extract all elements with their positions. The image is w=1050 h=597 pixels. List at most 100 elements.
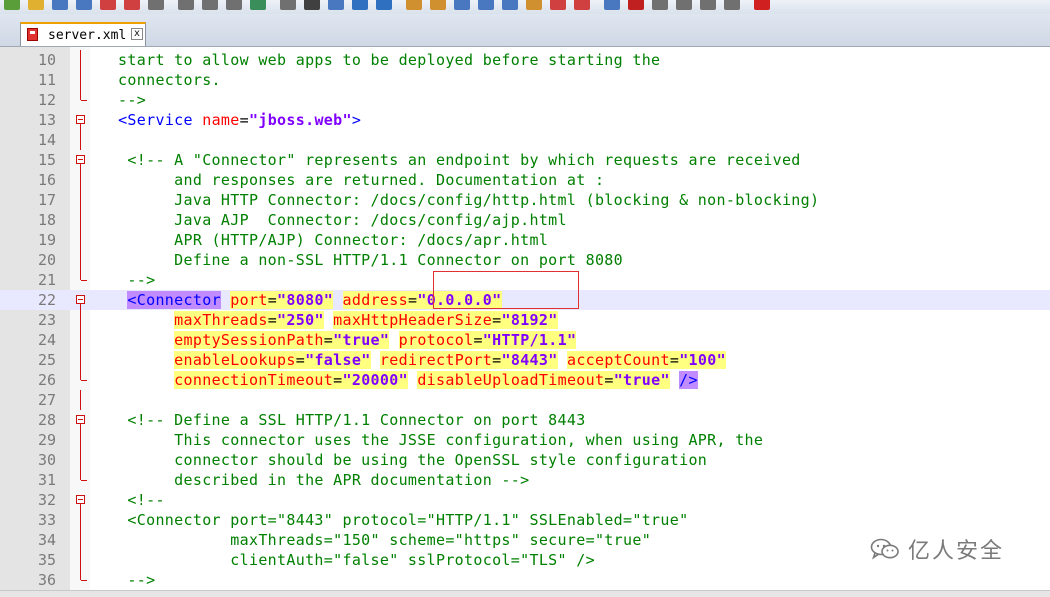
fold-collapse-icon[interactable]: [76, 415, 85, 424]
code-line[interactable]: 15 <!-- A "Connector" represents an endp…: [0, 150, 1050, 170]
fold-collapse-icon[interactable]: [76, 155, 85, 164]
toolbar-button-10[interactable]: [226, 0, 242, 10]
comment-text: -->: [90, 91, 147, 109]
code-text: Java HTTP Connector: /docs/config/http.h…: [90, 190, 819, 210]
equals-token: =: [407, 291, 418, 309]
tag-token: />: [679, 371, 698, 389]
toolbar-button-30[interactable]: [724, 0, 740, 10]
toolbar-button-29[interactable]: [700, 0, 716, 10]
comment-text: -->: [90, 271, 156, 289]
fold-collapse-icon[interactable]: [76, 495, 85, 504]
attribute-token: redirectPort: [379, 351, 493, 369]
comment-text: <Connector port="8443" protocol="HTTP/1.…: [90, 511, 689, 529]
code-line[interactable]: 31 described in the APR documentation --…: [0, 470, 1050, 490]
tab-server-xml[interactable]: server.xml x: [20, 22, 146, 46]
toolbar-button-25[interactable]: [604, 0, 620, 10]
toolbar-button-9[interactable]: [202, 0, 218, 10]
code-line[interactable]: 11 connectors.: [0, 70, 1050, 90]
fold-line: [80, 250, 81, 270]
fold-line: [80, 90, 87, 101]
toolbar-button-26[interactable]: [628, 0, 644, 10]
code-line[interactable]: 19 APR (HTTP/AJP) Connector: /docs/apr.h…: [0, 230, 1050, 250]
annotation-box: [433, 271, 579, 309]
toolbar-button-24[interactable]: [574, 0, 590, 10]
tab-bar: server.xml x: [0, 14, 1050, 47]
code-text: and responses are returned. Documentatio…: [90, 170, 604, 190]
toolbar-button-1[interactable]: [4, 0, 20, 10]
code-line[interactable]: 30 connector should be using the OpenSSL…: [0, 450, 1050, 470]
toolbar-button-14[interactable]: [328, 0, 344, 10]
code-line[interactable]: 26 connectionTimeout="20000" disableUplo…: [0, 370, 1050, 390]
code-text: enableLookups="false" redirectPort="8443…: [90, 350, 726, 370]
equals-token: =: [669, 351, 680, 369]
toolbar-button-11[interactable]: [250, 0, 266, 10]
line-number: 21: [37, 271, 56, 289]
fold-line: [80, 210, 81, 230]
code-line[interactable]: 13 <Service name="jboss.web">: [0, 110, 1050, 130]
code-text: maxThreads="250" maxHttpHeaderSize="8192…: [90, 310, 558, 330]
toolbar-button-12[interactable]: [280, 0, 296, 10]
toolbar-button-2[interactable]: [28, 0, 44, 10]
attribute-token: enableLookups: [174, 351, 296, 369]
toolbar-button-28[interactable]: [676, 0, 692, 10]
toolbar-button-13[interactable]: [304, 0, 320, 10]
comment-text: <!--: [90, 491, 165, 509]
code-text: clientAuth="false" sslProtocol="TLS" />: [90, 550, 595, 570]
code-line[interactable]: 24 emptySessionPath="true" protocol="HTT…: [0, 330, 1050, 350]
code-line[interactable]: 14: [0, 130, 1050, 150]
toolbar-button-7[interactable]: [148, 0, 164, 10]
toolbar-button-6[interactable]: [124, 0, 140, 10]
toolbar-button-19[interactable]: [454, 0, 470, 10]
tab-close-icon[interactable]: x: [131, 28, 143, 40]
code-line[interactable]: 18 Java AJP Connector: /docs/config/ajp.…: [0, 210, 1050, 230]
code-line[interactable]: 27: [0, 390, 1050, 410]
comment-text: This connector uses the JSSE configurati…: [90, 431, 764, 449]
toolbar-button-18[interactable]: [430, 0, 446, 10]
code-line[interactable]: 33 <Connector port="8443" protocol="HTTP…: [0, 510, 1050, 530]
fold-collapse-icon[interactable]: [76, 115, 85, 124]
code-text: Java AJP Connector: /docs/config/ajp.htm…: [90, 210, 567, 230]
code-line[interactable]: 20 Define a non-SSL HTTP/1.1 Connector o…: [0, 250, 1050, 270]
line-number: 12: [37, 91, 56, 109]
attribute-token: protocol: [398, 331, 474, 349]
toolbar-button-17[interactable]: [406, 0, 422, 10]
code-editor[interactable]: 10 start to allow web apps to be deploye…: [0, 47, 1050, 596]
code-line[interactable]: 36 -->: [0, 570, 1050, 590]
fold-collapse-icon[interactable]: [76, 295, 85, 304]
tag-token: >: [351, 111, 362, 129]
fold-line: [80, 430, 81, 450]
code-line[interactable]: 32 <!--: [0, 490, 1050, 510]
toolbar: [0, 0, 1050, 14]
code-line[interactable]: 28 <!-- Define a SSL HTTP/1.1 Connector …: [0, 410, 1050, 430]
code-line[interactable]: 29 This connector uses the JSSE configur…: [0, 430, 1050, 450]
toolbar-button-4[interactable]: [76, 0, 92, 10]
code-line[interactable]: 12 -->: [0, 90, 1050, 110]
code-line[interactable]: 10 start to allow web apps to be deploye…: [0, 50, 1050, 70]
toolbar-button-23[interactable]: [550, 0, 566, 10]
toolbar-button-31[interactable]: [754, 0, 770, 10]
code-line[interactable]: 23 maxThreads="250" maxHttpHeaderSize="8…: [0, 310, 1050, 330]
comment-text: APR (HTTP/AJP) Connector: /docs/apr.html: [90, 231, 549, 249]
toolbar-button-20[interactable]: [478, 0, 494, 10]
code-line[interactable]: 17 Java HTTP Connector: /docs/config/htt…: [0, 190, 1050, 210]
toolbar-button-8[interactable]: [178, 0, 194, 10]
line-number: 22: [37, 291, 56, 309]
fold-line: [80, 170, 81, 190]
comment-text: connectors.: [90, 71, 221, 89]
toolbar-button-5[interactable]: [100, 0, 116, 10]
toolbar-button-21[interactable]: [502, 0, 518, 10]
toolbar-button-15[interactable]: [352, 0, 368, 10]
toolbar-button-3[interactable]: [52, 0, 68, 10]
code-line[interactable]: 25 enableLookups="false" redirectPort="8…: [0, 350, 1050, 370]
toolbar-button-22[interactable]: [526, 0, 542, 10]
toolbar-button-16[interactable]: [376, 0, 392, 10]
code-line[interactable]: 16 and responses are returned. Documenta…: [0, 170, 1050, 190]
toolbar-button-27[interactable]: [652, 0, 668, 10]
